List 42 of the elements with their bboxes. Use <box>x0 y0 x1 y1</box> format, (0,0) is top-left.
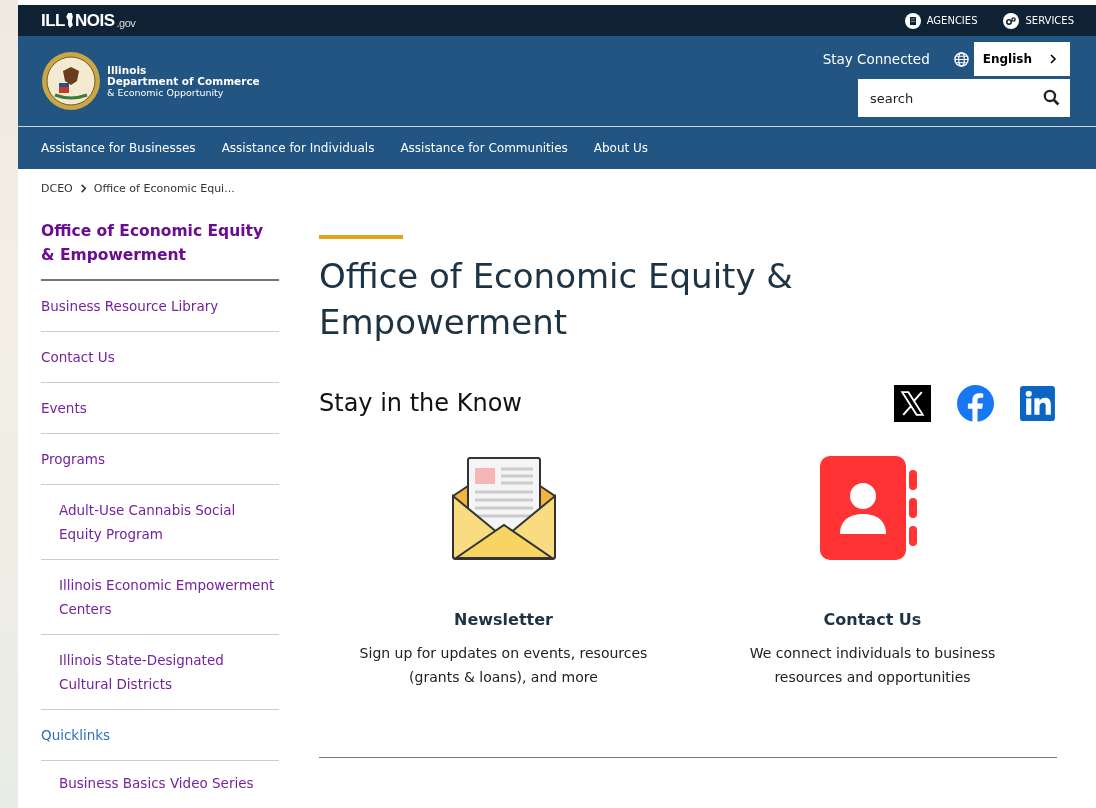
breadcrumb-link[interactable]: Office of Economic Equi... <box>93 181 235 195</box>
sidebar-link[interactable]: Programs <box>41 434 279 485</box>
nav-link[interactable]: About Us <box>593 141 649 156</box>
search-field[interactable]: search <box>858 79 1070 118</box>
stay-connected-link[interactable]: Stay Connected <box>822 51 930 68</box>
org-subtitle: & Economic Opportunity <box>107 86 225 98</box>
chevron-right-icon <box>1048 54 1058 65</box>
globe-icon <box>953 51 969 67</box>
search-icon[interactable] <box>1043 89 1060 107</box>
chevron-right-icon <box>78 183 88 193</box>
sidebar-link[interactable]: Illinois State-Designated Cultural Districts <box>41 635 279 710</box>
sidebar-link[interactable]: Illinois Economic Empowerment Centers <box>41 560 279 635</box>
card-text: Sign up for updates on events, resources (grants & loans), and more <box>358 644 649 687</box>
state-seal-icon[interactable] <box>41 51 101 112</box>
sidebar-heading[interactable]: Office of Economic Equity & Empowerment <box>41 219 279 281</box>
envelope-icon[interactable] <box>450 456 557 560</box>
section-heading: Stay in the Know <box>319 389 522 418</box>
x-icon[interactable] <box>894 385 931 422</box>
sidebar-link[interactable]: Contact Us <box>41 332 279 383</box>
top-link[interactable]: SERVICES <box>1003 12 1074 29</box>
card-title: Newsletter <box>454 610 553 629</box>
org-name: Illinois <box>107 64 148 76</box>
page-title: Office of Economic Equity & Empowerment <box>319 255 794 344</box>
sidebar-link[interactable]: Adult-Use Cannabis Social Equity Program <box>41 485 279 560</box>
card-text: We connect individuals to business resources and opportunities <box>748 644 997 687</box>
card-title: Contact Us <box>823 610 922 629</box>
sidebar-link[interactable]: Quicklinks <box>41 710 279 761</box>
top-link[interactable]: AGENCIES <box>904 12 978 29</box>
illinois-gov-logo[interactable]: ILL NOIS.gov <box>41 10 136 31</box>
gears-icon <box>1003 12 1020 29</box>
sidebar-link[interactable]: Business Resource Library <box>41 281 279 332</box>
org-name: Department of Commerce <box>107 75 260 87</box>
nav-link[interactable]: Assistance for Businesses <box>41 141 196 156</box>
nav-link[interactable]: Assistance for Individuals <box>221 141 375 156</box>
sidebar-link[interactable]: Business Basics Video Series <box>41 761 279 808</box>
breadcrumb-link[interactable]: DCEO <box>41 181 73 195</box>
building-icon <box>904 12 921 29</box>
facebook-icon[interactable] <box>957 385 994 422</box>
nav-link[interactable]: Assistance for Communities <box>400 141 568 156</box>
sidebar-link[interactable]: Events <box>41 383 279 434</box>
language-select[interactable]: English <box>973 42 1070 77</box>
linkedin-icon[interactable] <box>1020 385 1057 422</box>
